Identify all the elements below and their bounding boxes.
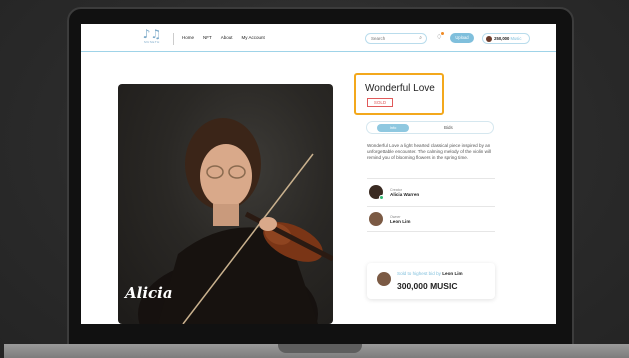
sale-text: Sold to highest bid by bbox=[397, 271, 441, 276]
laptop-screen: ♪♫ MUSETH Home NFT About My Account Sear… bbox=[81, 24, 556, 324]
title-highlight-box bbox=[354, 73, 444, 115]
nav-link-about[interactable]: About bbox=[221, 35, 233, 40]
brand-logo-text: MUSETH bbox=[144, 40, 160, 44]
laptop-notch bbox=[278, 344, 362, 353]
owner-avatar bbox=[369, 212, 383, 226]
sale-summary-card: Sold to highest bid by Leon Lim 300,000 … bbox=[367, 263, 495, 299]
search-input[interactable]: Search ⌕ bbox=[365, 33, 427, 44]
music-note-icon: ♪♫ bbox=[142, 27, 162, 41]
top-navbar: ♪♫ MUSETH Home NFT About My Account Sear… bbox=[81, 24, 556, 52]
nav-link-my-account[interactable]: My Account bbox=[242, 35, 265, 40]
verified-check-icon bbox=[379, 195, 384, 200]
owner-row[interactable]: Owner Leon Lim bbox=[369, 212, 410, 226]
notification-dot bbox=[441, 32, 445, 35]
brand-logo[interactable]: ♪♫ MUSETH bbox=[141, 28, 163, 48]
artwork-caption: Alicia bbox=[125, 284, 173, 302]
coin-icon bbox=[486, 36, 492, 42]
search-icon: ⌕ bbox=[419, 35, 422, 41]
nft-artwork-image: Alicia bbox=[118, 84, 333, 324]
wallet-balance[interactable]: 250,000 Music bbox=[482, 33, 530, 44]
nav-divider bbox=[173, 33, 174, 45]
divider bbox=[367, 206, 495, 207]
buyer-avatar bbox=[377, 272, 391, 286]
nav-link-nft[interactable]: NFT bbox=[203, 35, 212, 40]
divider bbox=[367, 231, 495, 232]
upload-button[interactable]: Upload bbox=[450, 33, 474, 43]
creator-avatar bbox=[369, 185, 384, 200]
tab-bids[interactable]: Bids bbox=[444, 124, 453, 132]
wallet-amount: 250,000 bbox=[494, 36, 510, 42]
sale-line: Sold to highest bid by Leon Lim bbox=[397, 271, 463, 276]
creator-name: Alicia Warren bbox=[390, 191, 420, 197]
detail-tabs: Info Bids bbox=[366, 121, 494, 134]
notification-bell-icon[interactable]: ♢ bbox=[436, 32, 445, 41]
tab-info[interactable]: Info bbox=[377, 123, 409, 132]
owner-name: Leon Lim bbox=[390, 218, 411, 224]
sale-amount: 300,000 MUSIC bbox=[397, 281, 458, 291]
status-badge: SOLD bbox=[367, 98, 393, 107]
nav-links: Home NFT About My Account bbox=[182, 35, 265, 40]
item-title: Wonderful Love bbox=[365, 83, 435, 94]
laptop-scene: ♪♫ MUSETH Home NFT About My Account Sear… bbox=[0, 0, 629, 358]
search-placeholder: Search bbox=[371, 36, 386, 41]
item-description: Wonderful Love a light hearted classical… bbox=[367, 143, 492, 160]
divider bbox=[367, 178, 495, 179]
sale-buyer: Leon Lim bbox=[442, 271, 463, 276]
wallet-unit: Music bbox=[510, 36, 522, 42]
creator-row[interactable]: Creator Alicia Warren bbox=[369, 185, 420, 200]
nav-link-home[interactable]: Home bbox=[182, 35, 194, 40]
